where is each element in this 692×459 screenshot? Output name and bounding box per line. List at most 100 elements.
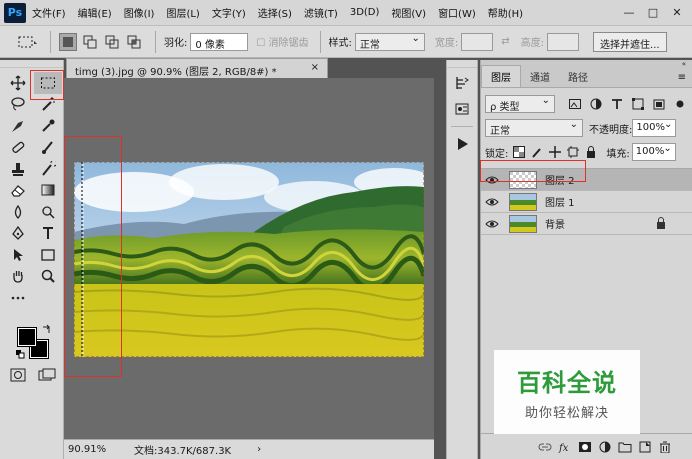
- subtract-selection-button[interactable]: [103, 33, 121, 51]
- menu-edit[interactable]: 编辑(E): [78, 5, 112, 20]
- select-and-mask-button[interactable]: 选择并遮住...: [593, 31, 667, 52]
- path-selection-tool[interactable]: [4, 244, 32, 266]
- new-layer-icon[interactable]: [637, 439, 653, 455]
- antialias-checkbox[interactable]: ☐ 消除锯齿: [256, 34, 308, 49]
- tab-layers[interactable]: 图层: [481, 65, 521, 87]
- properties-panel-button[interactable]: [451, 98, 473, 120]
- menu-select[interactable]: 选择(S): [258, 5, 292, 20]
- visibility-toggle[interactable]: [481, 197, 503, 207]
- eraser-tool[interactable]: [4, 180, 32, 202]
- filter-toggle-icon[interactable]: [672, 96, 688, 112]
- style-select[interactable]: 正常: [354, 32, 425, 51]
- width-input[interactable]: [461, 32, 494, 51]
- filter-shape-icon[interactable]: [630, 96, 646, 112]
- feather-input[interactable]: 0 像素: [190, 32, 249, 51]
- foreground-color-swatch[interactable]: [17, 327, 37, 347]
- menu-filter[interactable]: 滤镜(T): [304, 5, 338, 20]
- intersect-selection-button[interactable]: [125, 33, 143, 51]
- panel-grip[interactable]: [0, 60, 63, 68]
- actions-panel-button[interactable]: [451, 133, 473, 155]
- status-menu-arrow[interactable]: ›: [257, 444, 261, 455]
- filter-pixel-icon[interactable]: [567, 96, 583, 112]
- link-layers-icon[interactable]: [537, 439, 553, 455]
- gradient-tool[interactable]: [34, 180, 62, 202]
- zoom-tool[interactable]: [34, 266, 62, 288]
- swap-colors-icon[interactable]: [42, 324, 52, 334]
- filter-adjustment-icon[interactable]: [588, 96, 604, 112]
- lock-pixels-icon[interactable]: [530, 145, 544, 159]
- clone-stamp-tool[interactable]: [4, 158, 32, 180]
- add-selection-button[interactable]: [81, 33, 99, 51]
- rectangle-tool[interactable]: [34, 244, 62, 266]
- menu-layer[interactable]: 图层(L): [166, 5, 199, 20]
- gradient-icon: [41, 184, 55, 196]
- zoom-level[interactable]: 90.91%: [68, 444, 112, 455]
- healing-brush-tool[interactable]: [4, 137, 32, 159]
- maximize-button[interactable]: □: [642, 3, 664, 21]
- hand-tool[interactable]: [4, 266, 32, 288]
- lock-all-icon[interactable]: [584, 145, 598, 159]
- document-image[interactable]: [74, 162, 424, 357]
- lock-position-icon[interactable]: [548, 145, 562, 159]
- quick-mask-button[interactable]: [10, 368, 26, 385]
- layer-kind-filter[interactable]: ρ 类型: [485, 95, 555, 113]
- layer-row[interactable]: 图层 1: [481, 191, 692, 213]
- menu-3d[interactable]: 3D(D): [350, 7, 380, 18]
- menu-bar: Ps 文件(F) 编辑(E) 图像(I) 图层(L) 文字(Y) 选择(S) 滤…: [0, 0, 692, 26]
- tool-preset-picker[interactable]: [14, 31, 42, 53]
- type-tool[interactable]: [34, 223, 62, 245]
- lock-transparent-icon[interactable]: [512, 145, 526, 159]
- crop-tool[interactable]: [4, 115, 32, 137]
- collapse-icon[interactable]: «: [682, 60, 686, 68]
- new-group-icon[interactable]: [617, 439, 633, 455]
- fill-input[interactable]: 100%: [631, 143, 676, 161]
- swap-icon[interactable]: ⇄: [501, 36, 509, 47]
- stamp-icon: [12, 162, 24, 176]
- filter-type-icon[interactable]: [609, 96, 625, 112]
- brush-tool[interactable]: [34, 137, 62, 159]
- dodge-tool[interactable]: [34, 201, 62, 223]
- screen-mode-button[interactable]: [38, 368, 56, 385]
- lasso-tool[interactable]: [4, 94, 32, 116]
- close-document-button[interactable]: ×: [311, 62, 319, 73]
- document-tab[interactable]: timg (3).jpg @ 90.9% (图层 2, RGB/8#) * ×: [66, 58, 328, 78]
- close-window-button[interactable]: ✕: [666, 3, 688, 21]
- visibility-toggle[interactable]: [481, 219, 503, 229]
- history-panel-button[interactable]: [451, 72, 473, 94]
- width-label: 宽度:: [434, 38, 459, 49]
- menu-image[interactable]: 图像(I): [124, 5, 155, 20]
- blur-tool[interactable]: [4, 201, 32, 223]
- panel-grip[interactable]: [447, 60, 477, 68]
- layer-name[interactable]: 图层 1: [545, 194, 575, 209]
- tab-channels[interactable]: 通道: [521, 66, 559, 87]
- tab-paths[interactable]: 路径: [559, 66, 597, 87]
- default-colors-icon[interactable]: [16, 350, 26, 360]
- menu-type[interactable]: 文字(Y): [212, 5, 246, 20]
- pen-tool[interactable]: [4, 223, 32, 245]
- opacity-input[interactable]: 100%: [632, 119, 677, 137]
- menu-file[interactable]: 文件(F): [32, 5, 66, 20]
- menu-view[interactable]: 视图(V): [391, 5, 426, 20]
- new-selection-button[interactable]: [59, 32, 77, 51]
- more-tools[interactable]: [4, 287, 32, 309]
- history-brush-tool[interactable]: [34, 158, 62, 180]
- panel-menu-icon[interactable]: ≡: [678, 72, 686, 83]
- eyedropper-tool[interactable]: [34, 115, 62, 137]
- lock-artboard-icon[interactable]: [566, 145, 580, 159]
- tools-panel: [0, 60, 64, 459]
- height-input[interactable]: [547, 32, 580, 51]
- color-swatches[interactable]: [14, 322, 58, 362]
- blend-mode-select[interactable]: 正常: [485, 119, 583, 137]
- adjustment-layer-icon[interactable]: [597, 439, 613, 455]
- move-tool[interactable]: [4, 72, 32, 94]
- filter-smart-object-icon[interactable]: [651, 96, 667, 112]
- layer-row[interactable]: 背景: [481, 213, 692, 235]
- menu-help[interactable]: 帮助(H): [488, 5, 523, 20]
- minimize-button[interactable]: —: [618, 3, 640, 21]
- layer-style-icon[interactable]: fx: [557, 439, 573, 455]
- layer-name[interactable]: 背景: [545, 216, 565, 231]
- delete-layer-icon[interactable]: [657, 439, 673, 455]
- menu-window[interactable]: 窗口(W): [438, 5, 476, 20]
- history-brush-icon: [42, 160, 56, 176]
- add-mask-icon[interactable]: [577, 439, 593, 455]
